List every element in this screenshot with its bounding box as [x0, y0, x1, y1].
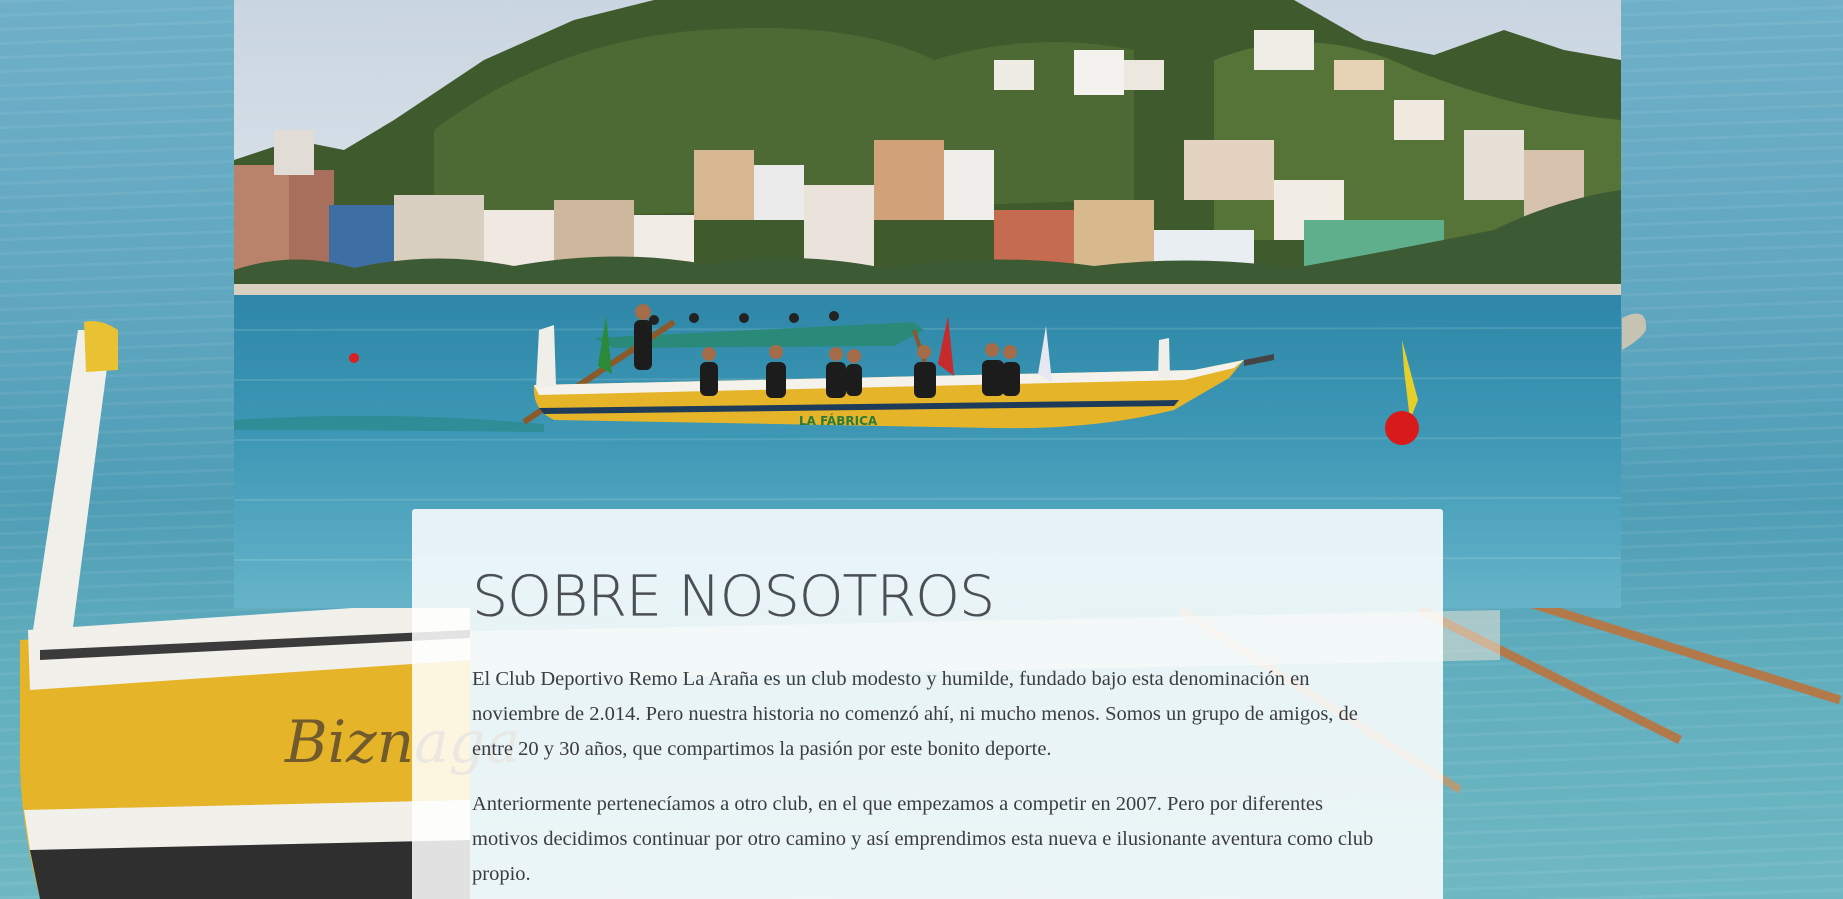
about-title: SOBRE NOSOTROS	[472, 564, 995, 630]
about-card: SOBRE NOSOTROS El Club Deportivo Remo La…	[412, 509, 1443, 899]
hero-boat-sponsor: LA FÁBRICA	[799, 413, 878, 428]
about-paragraph-1: El Club Deportivo Remo La Araña es un cl…	[472, 668, 1358, 760]
about-paragraph-2: Anteriormente pertenecíamos a otro club,…	[472, 793, 1374, 885]
